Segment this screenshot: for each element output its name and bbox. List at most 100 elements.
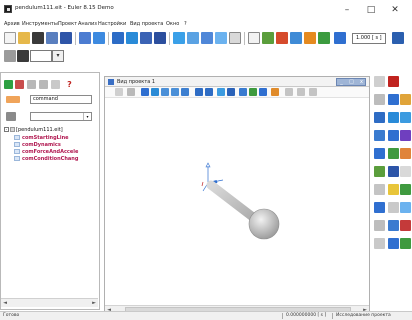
rotate-icon[interactable]	[151, 88, 159, 96]
view-top-icon[interactable]	[217, 88, 225, 96]
view-side-icon[interactable]	[205, 88, 213, 96]
mdi-close-button[interactable]: x	[357, 79, 366, 85]
table-tool-icon[interactable]	[374, 220, 385, 231]
menu-project[interactable]: Проект	[58, 21, 77, 27]
motor-tool-icon[interactable]	[400, 148, 411, 159]
pencil-icon[interactable]	[374, 76, 385, 87]
mdi-maximize-button[interactable]: □	[347, 79, 356, 85]
number-icon[interactable]	[388, 94, 399, 105]
list-icon[interactable]	[39, 80, 48, 89]
gravity-tool-icon[interactable]	[400, 184, 411, 195]
image-tool-icon[interactable]	[388, 238, 399, 249]
contact-tool-icon[interactable]	[400, 166, 411, 177]
tree-horizontal-scrollbar[interactable]: ◄ ►	[1, 298, 98, 307]
model-icon[interactable]	[154, 32, 166, 44]
options-icon[interactable]	[392, 32, 404, 44]
pointer-icon[interactable]	[115, 88, 123, 96]
snap-icon[interactable]	[309, 88, 317, 96]
object-select[interactable]: ▾	[30, 112, 92, 121]
tree-item[interactable]: comDynamics	[14, 142, 61, 148]
menu-project-view[interactable]: Вид проекта	[130, 21, 163, 27]
scroll-left-icon[interactable]: ◄	[1, 299, 9, 308]
trace-tool-icon[interactable]	[400, 220, 411, 231]
view-front-icon[interactable]	[195, 88, 203, 96]
note-tool-icon[interactable]	[374, 238, 385, 249]
animate-icon[interactable]	[304, 32, 316, 44]
render-icon[interactable]	[239, 88, 247, 96]
tree-item[interactable]: comStartingLine	[14, 135, 69, 141]
step-icon[interactable]	[334, 32, 346, 44]
time-value-field[interactable]: 1.000 [ s ]	[352, 33, 386, 44]
close-button[interactable]: ✕	[386, 3, 404, 17]
sheet-icon[interactable]	[140, 32, 152, 44]
pendulum-rod[interactable]	[206, 180, 263, 226]
maximize-button[interactable]: □	[362, 3, 380, 17]
menu-settings[interactable]: Настройки	[98, 21, 126, 27]
minimize-button[interactable]: –	[338, 3, 356, 17]
grid-toggle-icon[interactable]	[297, 88, 305, 96]
grid-view-icon[interactable]	[79, 32, 91, 44]
pan-icon[interactable]	[141, 88, 149, 96]
torque-tool-icon[interactable]	[388, 184, 399, 195]
spline-tool-icon[interactable]	[400, 130, 411, 141]
zoom-out-icon[interactable]	[171, 88, 179, 96]
menu-help[interactable]: ?	[184, 21, 187, 27]
view-iso-icon[interactable]	[227, 88, 235, 96]
spring-icon[interactable]	[248, 32, 260, 44]
scroll-right-icon[interactable]: ►	[90, 299, 98, 308]
probe-tool-icon[interactable]	[400, 202, 411, 213]
menu-analysis[interactable]: Анализ	[78, 21, 97, 27]
check-icon[interactable]	[4, 80, 13, 89]
reference-icon[interactable]	[388, 76, 399, 87]
axis-tool-icon[interactable]	[400, 112, 411, 123]
flag-tool-icon[interactable]	[400, 238, 411, 249]
grid-icon[interactable]	[27, 80, 36, 89]
label-icon[interactable]	[400, 94, 411, 105]
tree-item[interactable]: comConditionChang	[14, 156, 78, 162]
save-disk-icon[interactable]	[32, 32, 44, 44]
scale-combo-arrow[interactable]: ▾	[52, 50, 64, 62]
graph-icon[interactable]	[126, 32, 138, 44]
line-tool-icon[interactable]	[374, 112, 385, 123]
pencil-icon[interactable]	[127, 88, 135, 96]
mdi-minimize-button[interactable]: _	[337, 79, 346, 85]
damper-tool-icon[interactable]	[388, 166, 399, 177]
body-tool-icon[interactable]	[374, 148, 385, 159]
force-tool-icon[interactable]	[374, 184, 385, 195]
material-icon[interactable]	[271, 88, 279, 96]
plot-tool-icon[interactable]	[388, 220, 399, 231]
command-input[interactable]: command	[30, 95, 92, 104]
joint-tool-icon[interactable]	[388, 148, 399, 159]
table-view-icon[interactable]	[93, 32, 105, 44]
cursor-icon[interactable]	[229, 32, 241, 44]
zoom-in-icon[interactable]	[161, 88, 169, 96]
props-icon[interactable]	[51, 80, 60, 89]
help-icon[interactable]: ?	[65, 80, 74, 89]
new-file-icon[interactable]	[4, 32, 16, 44]
run-icon[interactable]	[262, 32, 274, 44]
project-view-titlebar[interactable]: Вид проекта 1 _ □ x	[105, 77, 369, 87]
sensor-tool-icon[interactable]	[374, 202, 385, 213]
menu-archive[interactable]: Архив	[4, 21, 20, 27]
save-all-icon[interactable]	[46, 32, 58, 44]
3d-viewport[interactable]	[105, 98, 369, 305]
light-icon[interactable]	[259, 88, 267, 96]
print-icon[interactable]	[60, 32, 72, 44]
spring-tool-icon[interactable]	[374, 166, 385, 177]
point-tool-icon[interactable]	[388, 112, 399, 123]
marker-tool-icon[interactable]	[374, 94, 385, 105]
body-icon[interactable]	[173, 32, 185, 44]
record-icon[interactable]	[318, 32, 330, 44]
chart-icon[interactable]	[112, 32, 124, 44]
chevron-down-icon[interactable]: ▾	[83, 113, 91, 120]
color-icon[interactable]	[249, 88, 257, 96]
menu-tools[interactable]: Инструменты	[22, 21, 58, 27]
tree-root[interactable]: - [pendulum111.eit]	[4, 127, 63, 133]
curve-tool-icon[interactable]	[388, 130, 399, 141]
open-folder-icon[interactable]	[18, 32, 30, 44]
menu-window[interactable]: Окно	[166, 21, 179, 27]
tree-item[interactable]: comForceAndAccele	[14, 149, 78, 155]
zoom-fit-icon[interactable]	[181, 88, 189, 96]
marker-icon[interactable]	[215, 32, 227, 44]
scale-combo[interactable]	[30, 50, 52, 62]
